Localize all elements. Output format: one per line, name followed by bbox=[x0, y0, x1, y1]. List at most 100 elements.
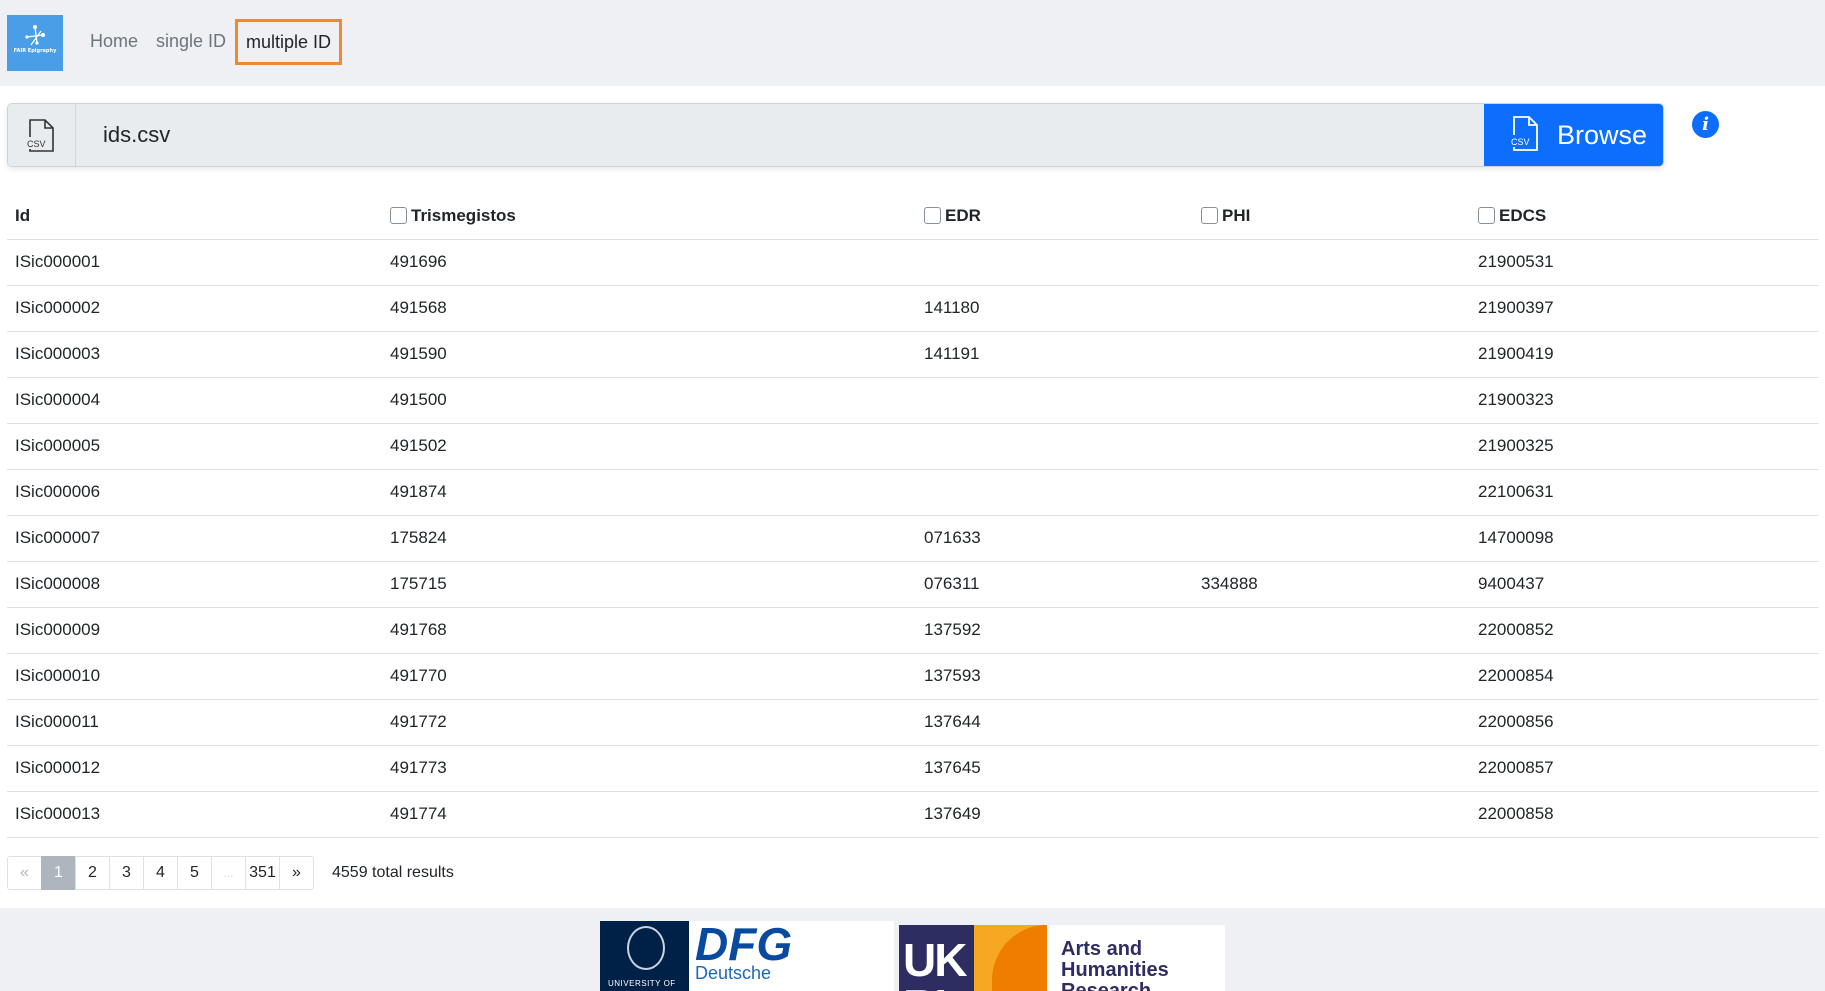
cell-trismegistos: 491874 bbox=[382, 469, 916, 516]
cell-id: ISic000002 bbox=[7, 285, 382, 332]
cell-phi: 334888 bbox=[1193, 560, 1470, 608]
cell-id: ISic000010 bbox=[7, 653, 382, 700]
header-edr: EDR bbox=[916, 193, 1193, 240]
cell-phi bbox=[1193, 331, 1470, 378]
ahrc-text: Arts and Humanities Research Council bbox=[1061, 938, 1169, 991]
table-row: ISic000004 491500 21900323 bbox=[7, 377, 1819, 424]
csv-prefix-addon: CSV bbox=[8, 104, 76, 166]
cell-phi bbox=[1193, 377, 1470, 424]
table-header-row: Id Trismegistos EDR PHI EDCS bbox=[7, 193, 1819, 240]
table-row: ISic000006 491874 22100631 bbox=[7, 469, 1819, 516]
pagination-page-4[interactable]: 4 bbox=[143, 856, 178, 890]
cell-trismegistos: 491696 bbox=[382, 239, 916, 286]
results-table: Id Trismegistos EDR PHI EDCS ISic000001 4… bbox=[7, 193, 1819, 838]
cell-id: ISic000008 bbox=[7, 560, 382, 608]
cell-edcs: 22000857 bbox=[1470, 745, 1819, 792]
pagination-page-3[interactable]: 3 bbox=[109, 856, 144, 890]
pagination-page-2[interactable]: 2 bbox=[75, 856, 110, 890]
nav-single-id-link[interactable]: single ID bbox=[156, 31, 226, 52]
cell-phi bbox=[1193, 791, 1470, 838]
header-trismegistos: Trismegistos bbox=[382, 193, 916, 240]
phi-checkbox[interactable] bbox=[1201, 206, 1218, 224]
info-icon[interactable]: i bbox=[1692, 111, 1719, 138]
cell-id: ISic000003 bbox=[7, 331, 382, 378]
table-row: ISic000001 491696 21900531 bbox=[7, 239, 1819, 286]
cell-phi bbox=[1193, 699, 1470, 746]
fair-epigraphy-logo[interactable]: FAIR Epigraphy bbox=[7, 15, 63, 71]
oxford-crest-icon bbox=[627, 926, 665, 970]
cell-trismegistos: 491590 bbox=[382, 331, 916, 378]
csv-file-input-group: CSV ids.csv CSV Browse bbox=[7, 103, 1664, 167]
cell-id: ISic000006 bbox=[7, 469, 382, 516]
cell-edr: 137645 bbox=[916, 745, 1193, 792]
cell-edr bbox=[916, 377, 1193, 424]
dfg-logo-text: Deutsche bbox=[695, 963, 772, 983]
logo-text: FAIR Epigraphy bbox=[13, 48, 57, 54]
oxford-logo-text: UNIVERSITY OF bbox=[608, 979, 676, 988]
table-row: ISic000012 491773 137645 22000857 bbox=[7, 745, 1819, 792]
table-row: ISic000011 491772 137644 22000856 bbox=[7, 699, 1819, 746]
selected-file-name[interactable]: ids.csv bbox=[76, 104, 1491, 166]
browse-button[interactable]: CSV Browse bbox=[1484, 104, 1663, 166]
cell-edr bbox=[916, 423, 1193, 470]
cell-edcs: 22000856 bbox=[1470, 699, 1819, 746]
cell-edcs: 21900531 bbox=[1470, 239, 1819, 286]
cell-edcs: 22000852 bbox=[1470, 607, 1819, 654]
cell-edcs: 14700098 bbox=[1470, 515, 1819, 562]
table-row: ISic000007 175824 071633 14700098 bbox=[7, 515, 1819, 562]
ukri-ahrc-logo: UK RI Arts and Humanities Research Counc… bbox=[899, 925, 1225, 991]
top-navbar: FAIR Epigraphy Home single ID multiple I… bbox=[0, 0, 1825, 86]
table-row: ISic000008 175715 076311 334888 9400437 bbox=[7, 560, 1819, 608]
cell-trismegistos: 491502 bbox=[382, 423, 916, 470]
pagination-page-1[interactable]: 1 bbox=[41, 856, 76, 890]
cell-edcs: 21900325 bbox=[1470, 423, 1819, 470]
cell-edr: 137649 bbox=[916, 791, 1193, 838]
csv-file-icon: CSV bbox=[1510, 116, 1538, 151]
table-row: ISic000005 491502 21900325 bbox=[7, 423, 1819, 470]
table-row: ISic000009 491768 137592 22000852 bbox=[7, 607, 1819, 654]
cell-trismegistos: 491772 bbox=[382, 699, 916, 746]
csv-file-icon: CSV bbox=[26, 119, 54, 152]
cell-id: ISic000013 bbox=[7, 791, 382, 838]
cell-edr bbox=[916, 239, 1193, 286]
cell-id: ISic000001 bbox=[7, 239, 382, 286]
table-row: ISic000002 491568 141180 21900397 bbox=[7, 285, 1819, 332]
nav-home-link[interactable]: Home bbox=[90, 31, 138, 52]
cell-edcs: 21900397 bbox=[1470, 285, 1819, 332]
cell-phi bbox=[1193, 239, 1470, 286]
edr-checkbox[interactable] bbox=[924, 206, 941, 224]
cell-edcs: 21900419 bbox=[1470, 331, 1819, 378]
cell-edr: 141191 bbox=[916, 331, 1193, 378]
table-row: ISic000003 491590 141191 21900419 bbox=[7, 331, 1819, 378]
ukri-orange-block bbox=[974, 925, 1047, 991]
cell-edr: 137593 bbox=[916, 653, 1193, 700]
trismegistos-checkbox[interactable] bbox=[390, 206, 407, 224]
cell-phi bbox=[1193, 607, 1470, 654]
browse-button-label: Browse bbox=[1557, 120, 1648, 150]
oxford-logo: UNIVERSITY OF bbox=[600, 921, 689, 991]
cell-edcs: 9400437 bbox=[1470, 560, 1819, 608]
cell-trismegistos: 175715 bbox=[382, 560, 916, 608]
cell-edr: 141180 bbox=[916, 285, 1193, 332]
ukri-mark: UK RI bbox=[899, 925, 974, 991]
cell-id: ISic000012 bbox=[7, 745, 382, 792]
nav-multiple-id-link[interactable]: multiple ID bbox=[235, 19, 343, 65]
cell-edr: 076311 bbox=[916, 560, 1193, 608]
pagination-next-button[interactable]: » bbox=[279, 856, 314, 890]
footer: UNIVERSITY OF DFG Deutsche UK RI Arts an… bbox=[0, 908, 1825, 991]
cell-phi bbox=[1193, 745, 1470, 792]
pagination: «1 2 3 4 5... 351» bbox=[7, 856, 314, 890]
cell-id: ISic000007 bbox=[7, 515, 382, 562]
cell-edcs: 22000858 bbox=[1470, 791, 1819, 838]
edcs-checkbox[interactable] bbox=[1478, 206, 1495, 224]
cell-trismegistos: 491774 bbox=[382, 791, 916, 838]
pagination-page-351[interactable]: 351 bbox=[245, 856, 280, 890]
pagination-ellipsis: ... bbox=[211, 856, 246, 890]
cell-edr: 071633 bbox=[916, 515, 1193, 562]
cell-edcs: 22000854 bbox=[1470, 653, 1819, 700]
table-row: ISic000010 491770 137593 22000854 bbox=[7, 653, 1819, 700]
cell-phi bbox=[1193, 469, 1470, 516]
cell-edcs: 22100631 bbox=[1470, 469, 1819, 516]
cell-trismegistos: 175824 bbox=[382, 515, 916, 562]
pagination-page-5[interactable]: 5 bbox=[177, 856, 212, 890]
